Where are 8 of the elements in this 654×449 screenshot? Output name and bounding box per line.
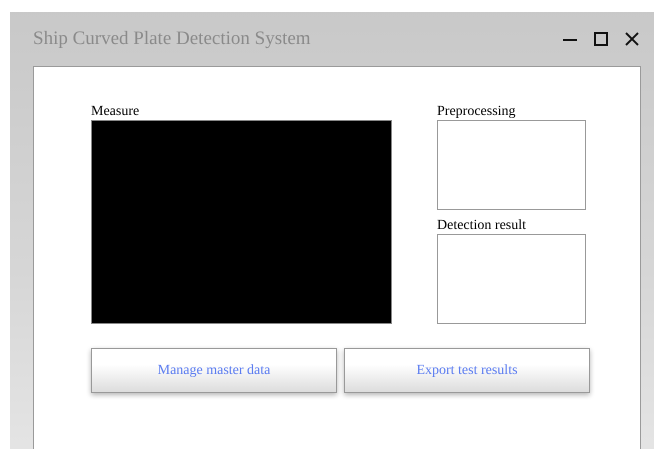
preprocessing-label: Preprocessing: [437, 103, 517, 120]
action-button[interactable]: Export test results: [344, 348, 590, 393]
maximize-icon[interactable]: [593, 31, 609, 47]
measure-label: Measure: [91, 103, 140, 120]
detection-result-label: Detection result: [437, 217, 528, 234]
action-button[interactable]: Manage master data: [91, 348, 337, 393]
window-title: Ship Curved Plate Detection System: [33, 28, 312, 50]
close-icon[interactable]: [624, 31, 640, 47]
